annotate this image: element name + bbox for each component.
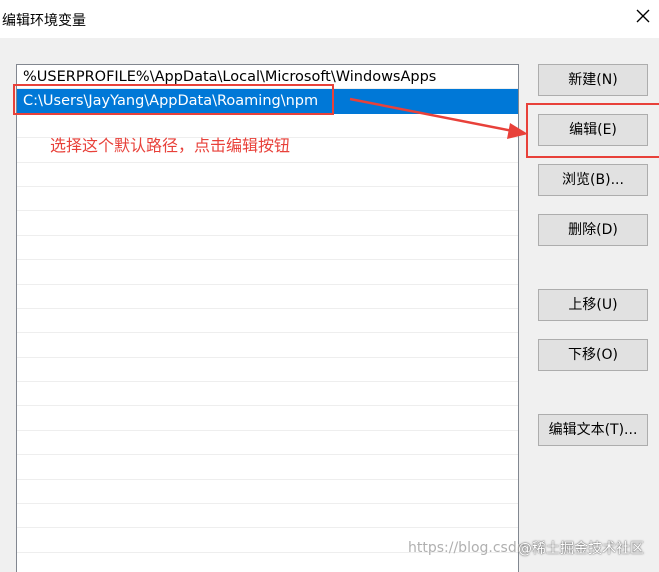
list-item[interactable]: %USERPROFILE%\AppData\Local\Microsoft\Wi… <box>17 65 518 90</box>
browse-button[interactable]: 浏览(B)... <box>538 164 648 196</box>
list-item[interactable] <box>17 455 518 480</box>
list-item[interactable] <box>17 236 518 261</box>
list-item[interactable] <box>17 333 518 358</box>
list-item[interactable] <box>17 406 518 431</box>
delete-button[interactable]: 删除(D) <box>538 214 648 246</box>
close-icon <box>636 9 650 23</box>
edit-text-button[interactable]: 编辑文本(T)... <box>538 414 648 446</box>
list-item[interactable] <box>17 431 518 456</box>
list-item[interactable] <box>17 211 518 236</box>
new-button[interactable]: 新建(N) <box>538 64 648 96</box>
title-bar: 编辑环境变量 <box>0 0 659 38</box>
list-item[interactable] <box>17 504 518 529</box>
watermark-url: https://blog.csdn <box>408 540 526 556</box>
move-up-button[interactable]: 上移(U) <box>538 289 648 321</box>
move-down-button[interactable]: 下移(O) <box>538 339 648 371</box>
list-item[interactable] <box>17 480 518 505</box>
list-item[interactable] <box>17 309 518 334</box>
list-item[interactable] <box>17 187 518 212</box>
list-item-selected[interactable]: C:\Users\JayYang\AppData\Roaming\npm <box>17 89 518 114</box>
list-item[interactable] <box>17 382 518 407</box>
window-title: 编辑环境变量 <box>2 13 86 29</box>
list-item[interactable] <box>17 260 518 285</box>
edit-env-var-dialog: 编辑环境变量 %USERPROFILE%\AppData\Local\Micro… <box>0 0 659 572</box>
watermark-brand: @稀土掘金技术社区 <box>518 541 644 557</box>
list-item[interactable] <box>17 285 518 309</box>
annotation-text: 选择这个默认路径，点击编辑按钮 <box>50 136 291 155</box>
edit-button[interactable]: 编辑(E) <box>538 114 648 146</box>
list-item[interactable] <box>17 163 518 187</box>
list-item[interactable] <box>17 358 518 383</box>
close-button[interactable] <box>633 6 653 26</box>
